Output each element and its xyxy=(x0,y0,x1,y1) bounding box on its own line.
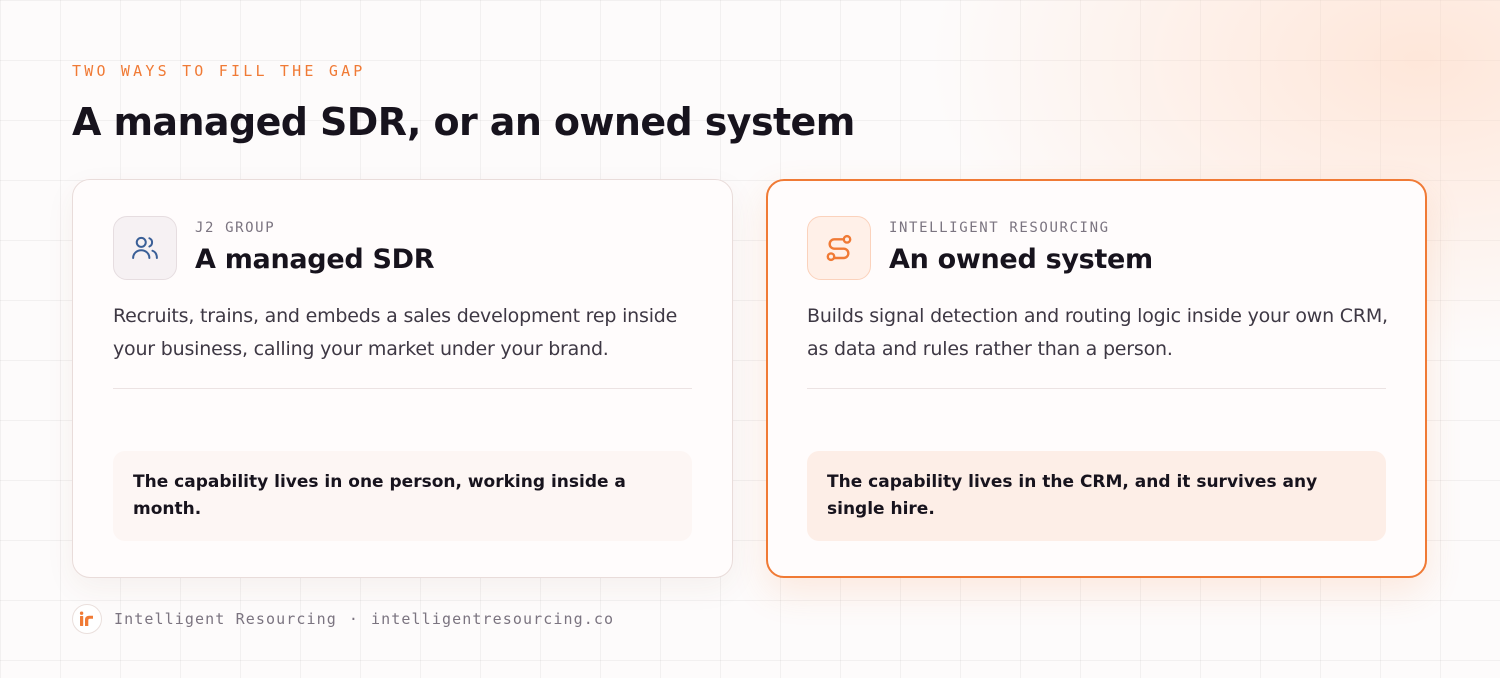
card-callout: The capability lives in one person, work… xyxy=(113,451,692,541)
card-description: Recruits, trains, and embeds a sales dev… xyxy=(113,305,678,360)
footer: Intelligent Resourcing · intelligentreso… xyxy=(72,604,614,634)
footer-separator: · xyxy=(348,610,360,628)
card-divider xyxy=(113,388,692,389)
page-title: A managed SDR, or an owned system xyxy=(72,100,855,144)
card-divider xyxy=(807,388,1386,389)
footer-url[interactable]: intelligentresourcing.co xyxy=(371,610,614,628)
card-kicker: INTELLIGENT RESOURCING xyxy=(889,220,1110,236)
card-title: A managed SDR xyxy=(195,244,435,275)
card-callout: The capability lives in the CRM, and it … xyxy=(807,451,1386,541)
route-icon xyxy=(807,216,871,280)
option-card-managed-sdr: J2 GROUP A managed SDR Recruits, trains,… xyxy=(72,179,733,578)
card-kicker: J2 GROUP xyxy=(195,220,276,236)
ir-logo-icon xyxy=(72,604,102,634)
card-title: An owned system xyxy=(889,244,1153,275)
eyebrow-label: TWO WAYS TO FILL THE GAP xyxy=(72,62,366,80)
card-description: Builds signal detection and routing logi… xyxy=(807,305,1388,360)
option-card-owned-system: INTELLIGENT RESOURCING An owned system B… xyxy=(766,179,1427,578)
users-icon xyxy=(113,216,177,280)
footer-brand: Intelligent Resourcing xyxy=(114,610,337,628)
